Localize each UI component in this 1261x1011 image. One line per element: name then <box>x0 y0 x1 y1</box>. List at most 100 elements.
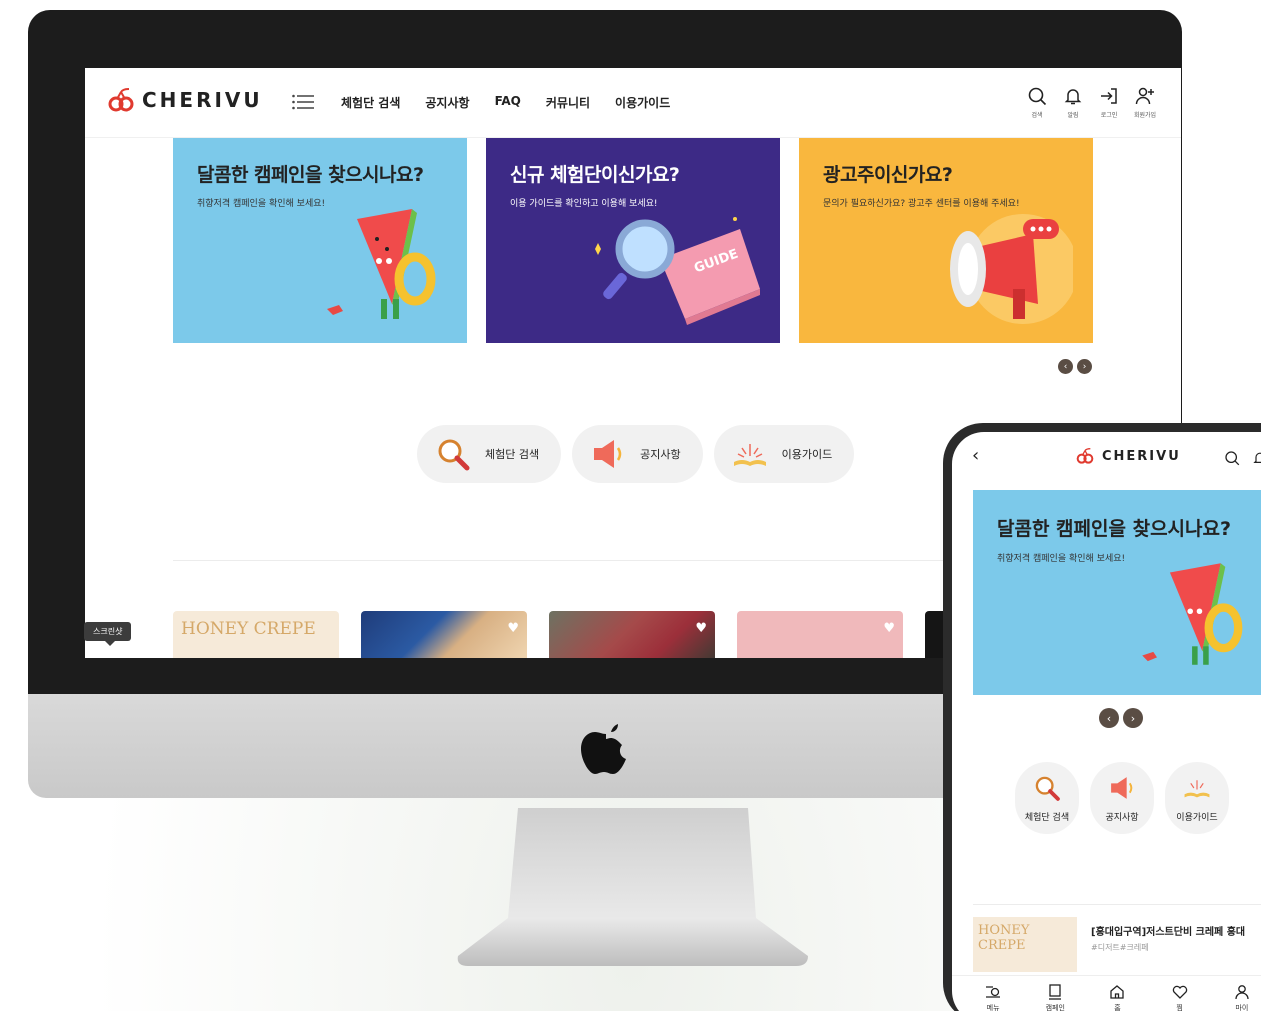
banner-subtitle: 문의가 필요하신가요? 광고주 센터를 이용해 주세요! <box>823 199 1020 209</box>
watermelon-character-icon <box>1142 563 1243 665</box>
banner-title: 신규 체험단이신가요? <box>510 164 680 186</box>
tab-my[interactable]: 마이 <box>1222 984 1261 1011</box>
quick-guide-button[interactable]: 이용가이드 <box>713 425 855 483</box>
desktop-logo[interactable]: CHERIVU <box>108 88 263 112</box>
quick-notice-button[interactable]: 공지사항 <box>572 425 703 483</box>
signup-icon <box>1135 87 1154 105</box>
user-icon <box>1235 985 1249 1000</box>
heart-icon <box>1172 985 1187 999</box>
tab-home[interactable]: 홈 <box>1097 984 1137 1011</box>
nav-item-search[interactable]: 체험단 검색 <box>341 94 400 111</box>
mobile-header: ‹ CHERIVU <box>952 432 1261 480</box>
mobile-quick-search-button[interactable]: 체험단 검색 <box>1015 762 1079 834</box>
tab-label: 마이 <box>1235 1004 1249 1011</box>
quick-search-label: 체험단 검색 <box>485 448 540 461</box>
util-signup-label: 회원가입 <box>1133 112 1157 119</box>
search-icon[interactable] <box>1224 450 1240 466</box>
quick-search-button[interactable]: 체험단 검색 <box>417 425 562 483</box>
banner-new-member[interactable]: 신규 체험단이신가요? 이용 가이드를 확인하고 이용해 보세요! GUIDE <box>486 138 780 343</box>
util-alarm-button[interactable]: 알림 <box>1061 86 1085 119</box>
banner-campaign[interactable]: 달콤한 캠페인을 찾으시나요? 취향저격 캠페인을 확인해 보세요! <box>173 138 467 343</box>
banner-next-button[interactable]: › <box>1123 708 1143 728</box>
bell-icon[interactable] <box>1252 450 1261 466</box>
magnifier-icon <box>438 439 470 471</box>
util-login-label: 로그인 <box>1100 112 1118 119</box>
heart-icon[interactable]: ♥ <box>883 621 895 636</box>
cherry-logo-icon <box>108 88 134 112</box>
banner-prev-button[interactable]: ‹ <box>1058 359 1073 374</box>
bell-icon <box>1064 89 1082 105</box>
desktop-header: CHERIVU 체험단 검색 공지사항 FAQ 커뮤니티 이용가이드 검색 알림… <box>85 68 1181 138</box>
campaign-title: [홍대입구역]저스트단비 크레페 홍대 <box>1091 927 1246 938</box>
heart-icon[interactable]: ♥ <box>507 621 519 636</box>
watermelon-character-icon <box>327 209 436 319</box>
tab-wishlist[interactable]: 찜 <box>1160 984 1200 1011</box>
utility-menu: 검색 알림 로그인 회원가입 <box>1025 86 1157 119</box>
mobile-logo[interactable]: CHERIVU <box>1076 448 1181 464</box>
mobile-quick-menu: 체험단 검색 공지사항 이용가이드 <box>1015 762 1229 834</box>
banner-next-button[interactable]: › <box>1077 359 1092 374</box>
login-icon <box>1101 88 1117 104</box>
home-icon <box>1110 985 1125 999</box>
magnifier-guide-book-icon: GUIDE <box>595 217 760 325</box>
quick-guide-label: 이용가이드 <box>781 448 833 461</box>
open-book-icon <box>1184 779 1210 797</box>
tab-menu[interactable]: 메뉴 <box>973 984 1013 1011</box>
thumb-text: HONEY CREPE <box>978 923 1030 953</box>
campaign-thumb-meat[interactable]: ♥ <box>549 611 715 658</box>
speaker-icon <box>594 440 622 468</box>
tab-label: 홈 <box>1114 1004 1121 1011</box>
util-search-button[interactable]: 검색 <box>1025 86 1049 119</box>
desktop-main-nav: 체험단 검색 공지사항 FAQ 커뮤니티 이용가이드 <box>341 94 670 111</box>
megaphone-icon <box>950 214 1073 324</box>
quick-guide-label: 이용가이드 <box>1176 812 1218 823</box>
cherry-logo-icon <box>1076 448 1094 464</box>
phone-device: ‹ CHERIVU 달콤한 캠페인을 찾으시나요? 취향저격 캠페인을 확인해 … <box>943 423 1261 1011</box>
section-divider <box>973 904 1261 905</box>
back-arrow-icon[interactable]: ‹ <box>972 445 979 466</box>
nav-item-community[interactable]: 커뮤니티 <box>546 94 590 111</box>
apple-logo-icon <box>581 724 626 774</box>
tab-label: 찜 <box>1176 1004 1183 1011</box>
mobile-header-icons <box>1224 450 1261 466</box>
util-login-button[interactable]: 로그인 <box>1097 86 1121 119</box>
banner-pager: ‹ › <box>1058 359 1092 374</box>
nav-item-notice[interactable]: 공지사항 <box>425 94 469 111</box>
mobile-banner-campaign[interactable]: 달콤한 캠페인을 찾으시나요? 취향저격 캠페인을 확인해 보세요! <box>973 490 1261 695</box>
campaign-tags: #디저트#크레페 <box>1091 943 1149 952</box>
util-signup-button[interactable]: 회원가입 <box>1133 86 1157 119</box>
util-alarm-label: 알림 <box>1067 112 1079 119</box>
util-search-label: 검색 <box>1031 112 1043 119</box>
quick-notice-label: 공지사항 <box>1105 812 1139 823</box>
brand-name: CHERIVU <box>1102 448 1181 464</box>
imac-stand <box>457 808 808 966</box>
device-mockup-stage: CHERIVU 체험단 검색 공지사항 FAQ 커뮤니티 이용가이드 검색 알림… <box>0 0 1261 1011</box>
banner-title: 광고주이신가요? <box>823 164 953 186</box>
open-book-icon <box>733 444 766 466</box>
campaign-thumb-pink[interactable]: ♥ <box>737 611 903 658</box>
nav-item-guide[interactable]: 이용가이드 <box>615 94 670 111</box>
banner-advertiser[interactable]: 광고주이신가요? 문의가 필요하신가요? 광고주 센터를 이용해 주세요! <box>799 138 1093 343</box>
campaign-thumb-crepe[interactable]: HONEY CREPE <box>173 611 339 658</box>
tab-label: 캠페인 <box>1045 1004 1065 1011</box>
campaign-thumb-coffee[interactable]: ♥ <box>361 611 527 658</box>
speaker-icon <box>1111 776 1133 799</box>
screenshot-tooltip: 스크린샷 <box>84 622 132 646</box>
menu-search-icon <box>986 986 1001 998</box>
banner-prev-button[interactable]: ‹ <box>1099 708 1119 728</box>
quick-menu: 체험단 검색 공지사항 이용가이드 <box>417 425 855 483</box>
campaign-icon <box>1049 984 1062 1000</box>
nav-item-faq[interactable]: FAQ <box>495 94 521 111</box>
mobile-quick-guide-button[interactable]: 이용가이드 <box>1165 762 1229 834</box>
tab-campaign[interactable]: 캠페인 <box>1035 984 1075 1011</box>
hamburger-menu-icon[interactable] <box>292 94 314 110</box>
banner-subtitle: 이용 가이드를 확인하고 이용해 보세요! <box>510 199 658 209</box>
campaign-list-item[interactable]: HONEY CREPE [홍대입구역]저스트단비 크레페 홍대 #디저트#크레페 <box>973 917 1261 972</box>
mobile-banner-pager: ‹ › <box>1099 708 1143 728</box>
quick-notice-label: 공지사항 <box>640 448 681 461</box>
mobile-quick-notice-button[interactable]: 공지사항 <box>1090 762 1154 834</box>
heart-icon[interactable]: ♥ <box>695 621 707 636</box>
search-icon <box>1028 87 1047 106</box>
mobile-screen: ‹ CHERIVU 달콤한 캠페인을 찾으시나요? 취향저격 캠페인을 확인해 … <box>952 432 1261 1011</box>
magnifier-icon <box>1035 776 1060 801</box>
